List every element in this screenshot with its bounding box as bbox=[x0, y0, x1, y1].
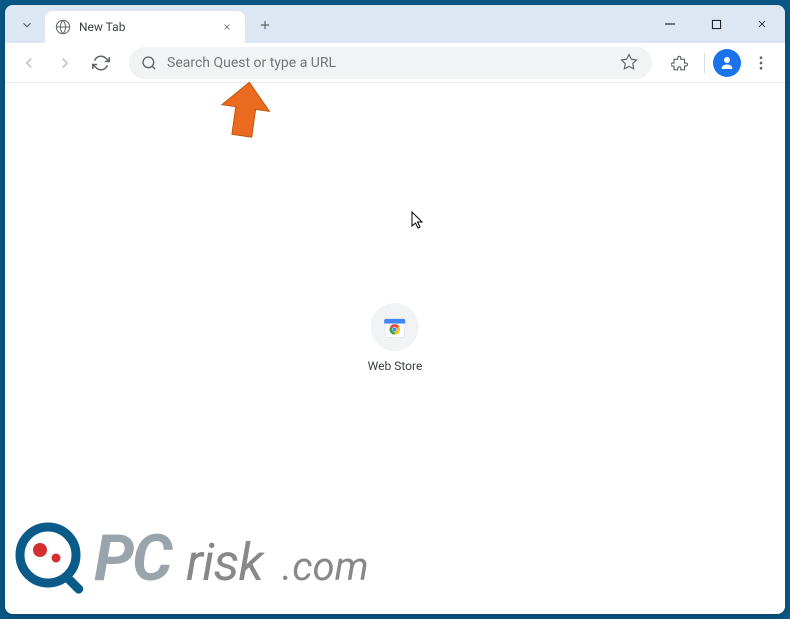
bookmark-star-icon[interactable] bbox=[620, 53, 640, 73]
shortcut-label: Web Store bbox=[368, 359, 423, 373]
browser-tab[interactable]: New Tab bbox=[45, 11, 245, 43]
tab-search-button[interactable] bbox=[13, 11, 41, 39]
tab-title: New Tab bbox=[79, 20, 219, 34]
search-icon bbox=[141, 55, 157, 71]
new-tab-button[interactable] bbox=[251, 11, 279, 39]
new-tab-content: Web Store bbox=[5, 83, 785, 614]
toolbar bbox=[5, 43, 785, 83]
reload-button[interactable] bbox=[85, 47, 117, 79]
web-store-icon bbox=[371, 303, 419, 351]
url-input[interactable] bbox=[167, 55, 612, 71]
close-window-button[interactable] bbox=[739, 8, 785, 40]
browser-window: New Tab bbox=[5, 5, 785, 614]
profile-avatar[interactable] bbox=[713, 49, 741, 77]
address-bar[interactable] bbox=[129, 47, 652, 79]
close-tab-button[interactable] bbox=[219, 19, 235, 35]
toolbar-separator bbox=[704, 53, 705, 73]
shortcut-web-store[interactable]: Web Store bbox=[368, 303, 423, 373]
menu-button[interactable] bbox=[745, 47, 777, 79]
forward-button[interactable] bbox=[49, 47, 81, 79]
maximize-button[interactable] bbox=[693, 8, 739, 40]
globe-icon bbox=[55, 19, 71, 35]
window-controls bbox=[647, 5, 785, 43]
minimize-button[interactable] bbox=[647, 8, 693, 40]
extensions-button[interactable] bbox=[664, 47, 696, 79]
tab-strip: New Tab bbox=[5, 5, 785, 43]
back-button[interactable] bbox=[13, 47, 45, 79]
